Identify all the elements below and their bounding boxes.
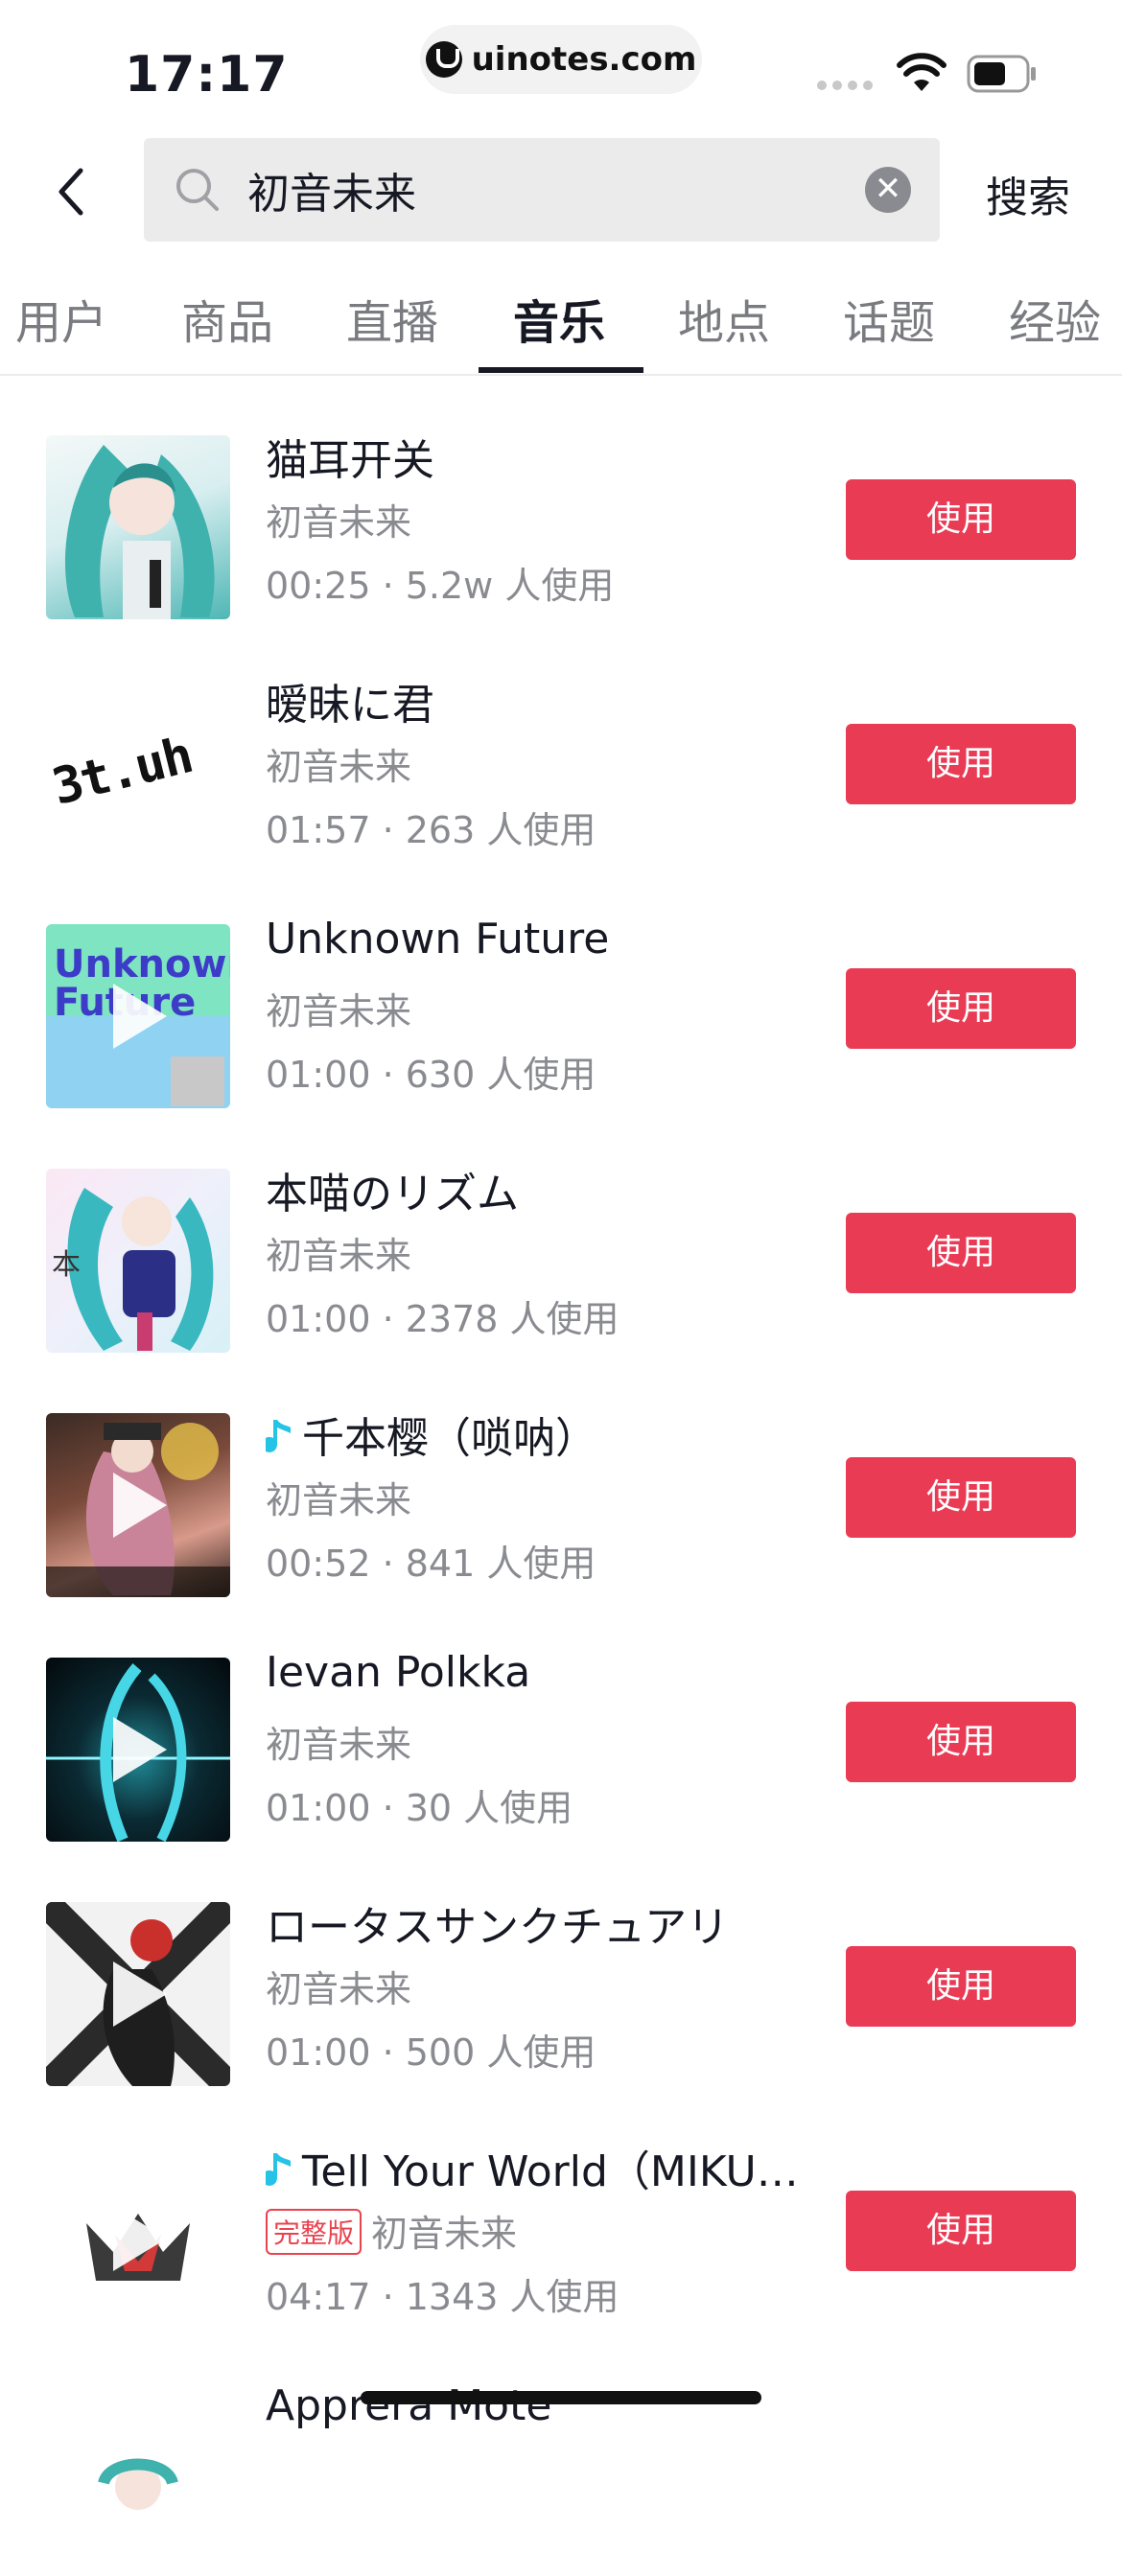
tab-topics[interactable]: 话题 [806, 285, 971, 352]
back-arrow-icon[interactable] [48, 163, 96, 220]
search-bar-row: ✕ 搜索 [0, 134, 1122, 249]
home-indicator[interactable] [361, 2391, 761, 2404]
list-item[interactable]: Apprera Mote [0, 2332, 1122, 2576]
song-artist-text: 初音未来 [371, 2213, 518, 2255]
clear-icon[interactable]: ✕ [865, 167, 911, 213]
song-title: Apprera Mote [266, 2381, 552, 2430]
play-icon [113, 1961, 167, 2027]
song-artist: 完整版 初音未来 [266, 2204, 517, 2257]
search-icon [176, 169, 219, 211]
uinotes-logo-icon [425, 41, 462, 78]
use-button[interactable]: 使用 [846, 479, 1076, 560]
tab-users[interactable]: 用户 [0, 285, 144, 352]
song-title-text: 千本樱（唢呐） [302, 1414, 597, 1463]
status-time: 17:17 [125, 46, 289, 104]
svg-text:本: 本 [52, 1248, 81, 1282]
search-button[interactable]: 搜索 [986, 163, 1070, 224]
list-item[interactable]: ロータスサンクチュアリ 初音未来 01:00 · 500 人使用 使用 [0, 1843, 1122, 2087]
play-icon [113, 984, 167, 1049]
tab-products[interactable]: 商品 [145, 285, 310, 352]
song-artist: 初音未来 [266, 746, 412, 788]
category-tabs: 用户 商品 直播 音乐 地点 话题 经验 [0, 273, 1122, 376]
use-button[interactable]: 使用 [846, 1946, 1076, 2027]
full-version-badge: 完整版 [266, 2209, 362, 2255]
play-icon [113, 2206, 167, 2271]
use-button[interactable]: 使用 [846, 724, 1076, 804]
song-meta: 01:00 · 30 人使用 [266, 1787, 573, 1829]
song-artist: 初音未来 [266, 501, 412, 544]
cellular-signal-icon [817, 81, 873, 90]
song-title: 本喵のリズム [266, 1170, 519, 1218]
cover-art-miku [65, 445, 215, 619]
play-icon [113, 1717, 167, 1782]
song-cover [46, 1413, 230, 1597]
use-button[interactable]: 使用 [846, 1702, 1076, 1782]
music-note-icon [266, 1420, 291, 1452]
song-cover [46, 1902, 230, 2086]
song-meta: 01:00 · 2378 人使用 [266, 1298, 619, 1340]
search-box[interactable]: ✕ [144, 138, 940, 242]
cover-square [171, 1056, 224, 1106]
song-cover: 3t.uh [46, 680, 230, 864]
song-cover [46, 1658, 230, 1842]
search-input[interactable] [247, 138, 784, 242]
song-title: 千本樱（唢呐） [266, 1404, 597, 1465]
tab-music[interactable]: 音乐 [477, 285, 642, 352]
tab-experience[interactable]: 经验 [972, 285, 1122, 352]
use-button[interactable]: 使用 [846, 1457, 1076, 1538]
wifi-icon [897, 53, 947, 91]
list-item[interactable]: Tell Your World（MIKU… 完整版 初音未来 04:17 · 13… [0, 2087, 1122, 2332]
song-artist: 初音未来 [266, 1479, 412, 1521]
song-meta: 01:00 · 630 人使用 [266, 1054, 596, 1096]
tab-live[interactable]: 直播 [310, 285, 475, 352]
url-text: uinotes.com [471, 40, 697, 79]
song-title: Unknown Future [266, 915, 610, 963]
song-cover: Unknown Future [46, 924, 230, 1108]
url-pill: uinotes.com [420, 25, 702, 94]
song-cover [46, 2147, 230, 2331]
music-note-icon [266, 2153, 291, 2186]
list-item[interactable]: Ievan Polkka 初音未来 01:00 · 30 人使用 使用 [0, 1598, 1122, 1843]
use-button[interactable]: 使用 [846, 2191, 1076, 2271]
use-button[interactable]: 使用 [846, 968, 1076, 1049]
list-item[interactable]: 3t.uh 暧昧に君 初音未来 01:57 · 263 人使用 使用 [0, 620, 1122, 865]
song-artist: 初音未来 [266, 1724, 412, 1766]
song-title-text: Tell Your World（MIKU… [302, 2147, 799, 2196]
battery-icon [967, 55, 1036, 93]
song-title: ロータスサンクチュアリ [266, 1903, 730, 1952]
song-cover [46, 2391, 230, 2575]
song-artist: 初音未来 [266, 1235, 412, 1277]
song-cover: 本 [46, 1169, 230, 1353]
tab-places[interactable]: 地点 [642, 285, 806, 352]
status-bar: 17:17 uinotes.com [0, 0, 1122, 134]
cover-text: 3t.uh [46, 727, 198, 817]
song-title: 暧昧に君 [266, 681, 434, 730]
song-meta: 04:17 · 1343 人使用 [266, 2276, 619, 2318]
list-item[interactable]: 猫耳开关 初音未来 00:25 · 5.2w 人使用 使用 [0, 376, 1122, 620]
song-meta: 00:25 · 5.2w 人使用 [266, 565, 615, 607]
list-item[interactable]: 本 本喵のリズム 初音未来 01:00 · 2378 人使用 使用 [0, 1109, 1122, 1354]
song-artist: 初音未来 [266, 1968, 412, 2010]
use-button[interactable]: 使用 [846, 1213, 1076, 1293]
song-title: 猫耳开关 [266, 436, 434, 485]
song-meta: 01:57 · 263 人使用 [266, 809, 596, 851]
list-item[interactable]: Unknown Future Unknown Future 初音未来 01:00… [0, 865, 1122, 1109]
list-item[interactable]: 千本樱（唢呐） 初音未来 00:52 · 841 人使用 使用 [0, 1354, 1122, 1598]
song-artist: 初音未来 [266, 990, 412, 1033]
song-meta: 00:52 · 841 人使用 [266, 1543, 596, 1585]
play-icon [113, 1473, 167, 1538]
song-meta: 01:00 · 500 人使用 [266, 2031, 596, 2074]
song-title: Ievan Polkka [266, 1648, 531, 1697]
cover-art-miku-partial [98, 2458, 178, 2510]
cover-art-miku-dance: 本 [52, 1188, 214, 1351]
active-tab-indicator [479, 367, 643, 373]
song-title: Tell Your World（MIKU… [266, 2137, 799, 2198]
song-cover [46, 435, 230, 619]
